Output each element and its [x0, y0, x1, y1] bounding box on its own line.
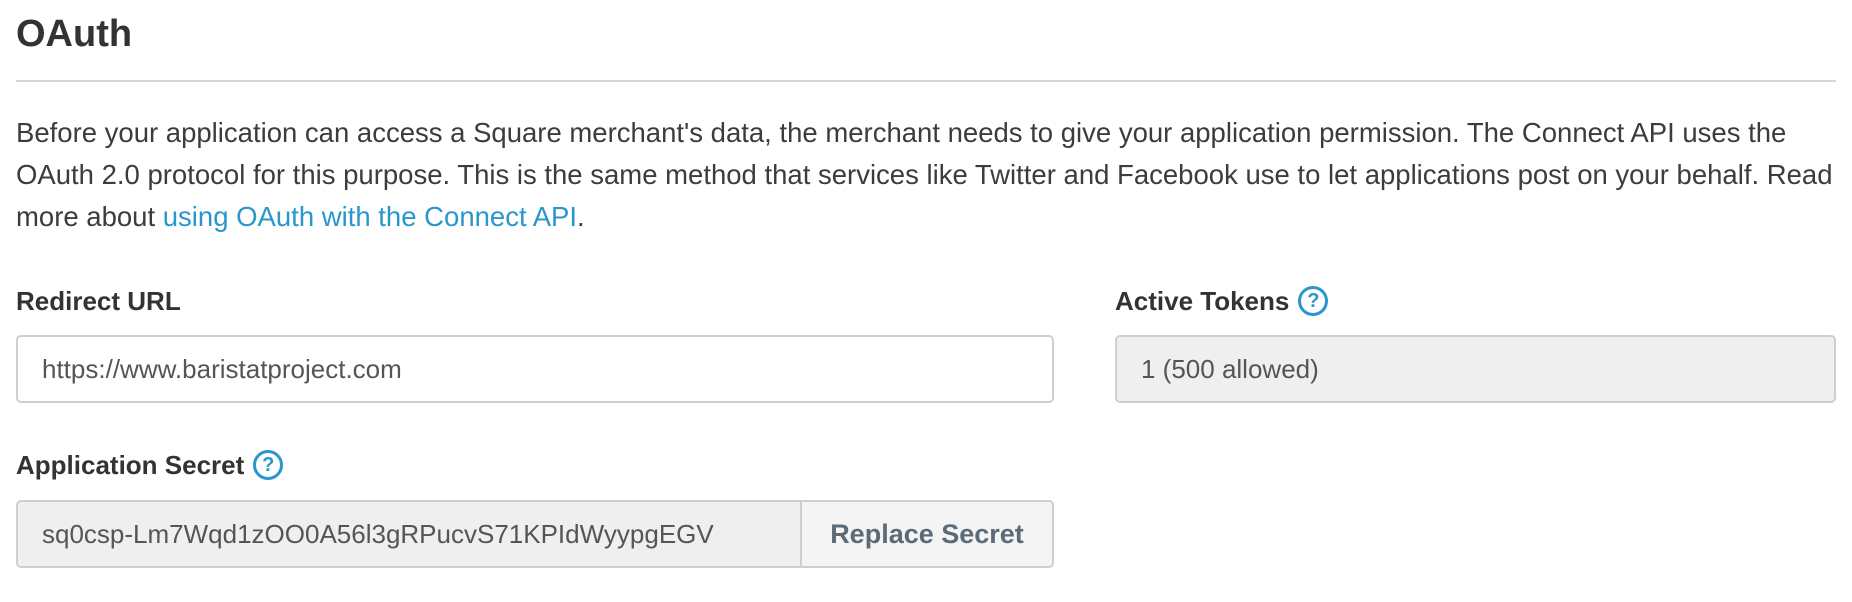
- intro-paragraph: Before your application can access a Squ…: [16, 112, 1846, 238]
- application-secret-label-text: Application Secret: [16, 450, 245, 480]
- question-circle-icon[interactable]: ?: [253, 450, 284, 480]
- application-secret-field[interactable]: sq0csp-Lm7Wqd1zOO0A56l3gRPucvS71KPIdWyyp…: [16, 500, 800, 568]
- question-circle-icon[interactable]: ?: [1298, 286, 1329, 316]
- oauth-settings-page: OAuth Before your application can access…: [0, 0, 1852, 602]
- replace-secret-button[interactable]: Replace Secret: [800, 500, 1054, 568]
- application-secret-label: Application Secret ?: [16, 448, 284, 482]
- section-title: OAuth: [16, 13, 133, 55]
- application-secret-group: sq0csp-Lm7Wqd1zOO0A56l3gRPucvS71KPIdWyyp…: [16, 500, 1054, 568]
- redirect-url-label: Redirect URL: [16, 284, 181, 318]
- active-tokens-label: Active Tokens ?: [1115, 284, 1329, 318]
- redirect-url-input[interactable]: [16, 335, 1054, 403]
- active-tokens-label-text: Active Tokens: [1115, 286, 1290, 316]
- active-tokens-field: [1115, 335, 1836, 403]
- oauth-docs-link[interactable]: using OAuth with the Connect API: [163, 201, 577, 232]
- intro-text-end: .: [577, 201, 585, 232]
- redirect-url-label-text: Redirect URL: [16, 286, 181, 316]
- section-divider: [16, 80, 1836, 82]
